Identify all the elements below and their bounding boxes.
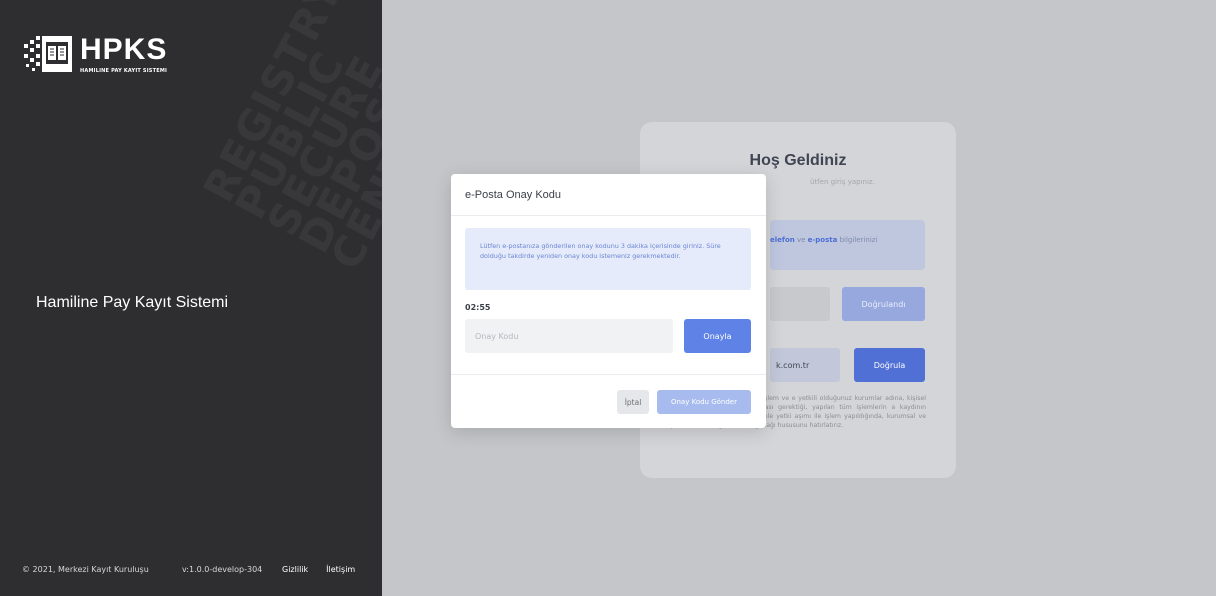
modal-header: e-Posta Onay Kodu <box>451 174 766 216</box>
email-code-modal: e-Posta Onay Kodu Lütfen e-postanıza gön… <box>451 174 766 428</box>
app-name: Hamiline Pay Kayıt Sistemi <box>36 294 229 311</box>
info-mid: ve <box>794 236 808 244</box>
confirm-button[interactable]: Onayla <box>684 319 751 353</box>
verified-button[interactable]: Doğrulandı <box>842 287 925 321</box>
info-bold-phone: elefon <box>770 236 795 244</box>
version-text: v:1.0.0-develop-304 <box>182 565 263 574</box>
info-suffix: bilgilerinizi <box>837 236 878 244</box>
info-alert: Lütfen e-postanıza gönderilen onay kodun… <box>465 228 751 290</box>
card-subtitle: ütfen giriş yapınız. <box>810 178 875 186</box>
phone-input[interactable] <box>770 287 830 321</box>
logo-subtitle: HAMILINE PAY KAYIT SISTEMI <box>80 67 168 74</box>
left-panel: REGISTRY PUBLIC SECURE DEPOSIT CENTER HP… <box>0 0 382 596</box>
book-logo-icon <box>22 32 78 76</box>
card-info-text: elefon ve e-posta bilgilerinizi <box>770 236 877 244</box>
copyright-text: © 2021, Merkezi Kayıt Kuruluşu <box>22 565 149 574</box>
privacy-link[interactable]: Gizlilik <box>282 565 308 574</box>
card-info-box: elefon ve e-posta bilgilerinizi <box>770 220 925 270</box>
email-input[interactable]: k.com.tr <box>770 348 840 382</box>
verify-button[interactable]: Doğrula <box>854 348 925 382</box>
send-code-button[interactable]: Onay Kodu Gönder <box>657 390 751 414</box>
card-title: Hoş Geldiniz <box>749 152 847 169</box>
modal-title: e-Posta Onay Kodu <box>465 188 562 201</box>
footer: © 2021, Merkezi Kayıt Kuruluşu v:1.0.0-d… <box>22 565 373 574</box>
logo: HPKS HAMILINE PAY KAYIT SISTEMI <box>22 30 167 78</box>
code-input[interactable] <box>465 319 673 353</box>
alert-text: Lütfen e-postanıza gönderilen onay kodun… <box>480 242 721 260</box>
countdown-timer: 02:55 <box>465 303 491 312</box>
contact-link[interactable]: İletişim <box>326 565 355 574</box>
modal-footer: İptal Onay Kodu Gönder <box>451 374 766 429</box>
info-bold-email: e-posta <box>807 236 838 244</box>
logo-text: HPKS HAMILINE PAY KAYIT SISTEMI <box>80 32 168 74</box>
logo-title: HPKS <box>80 32 168 66</box>
cancel-button[interactable]: İptal <box>617 390 649 414</box>
